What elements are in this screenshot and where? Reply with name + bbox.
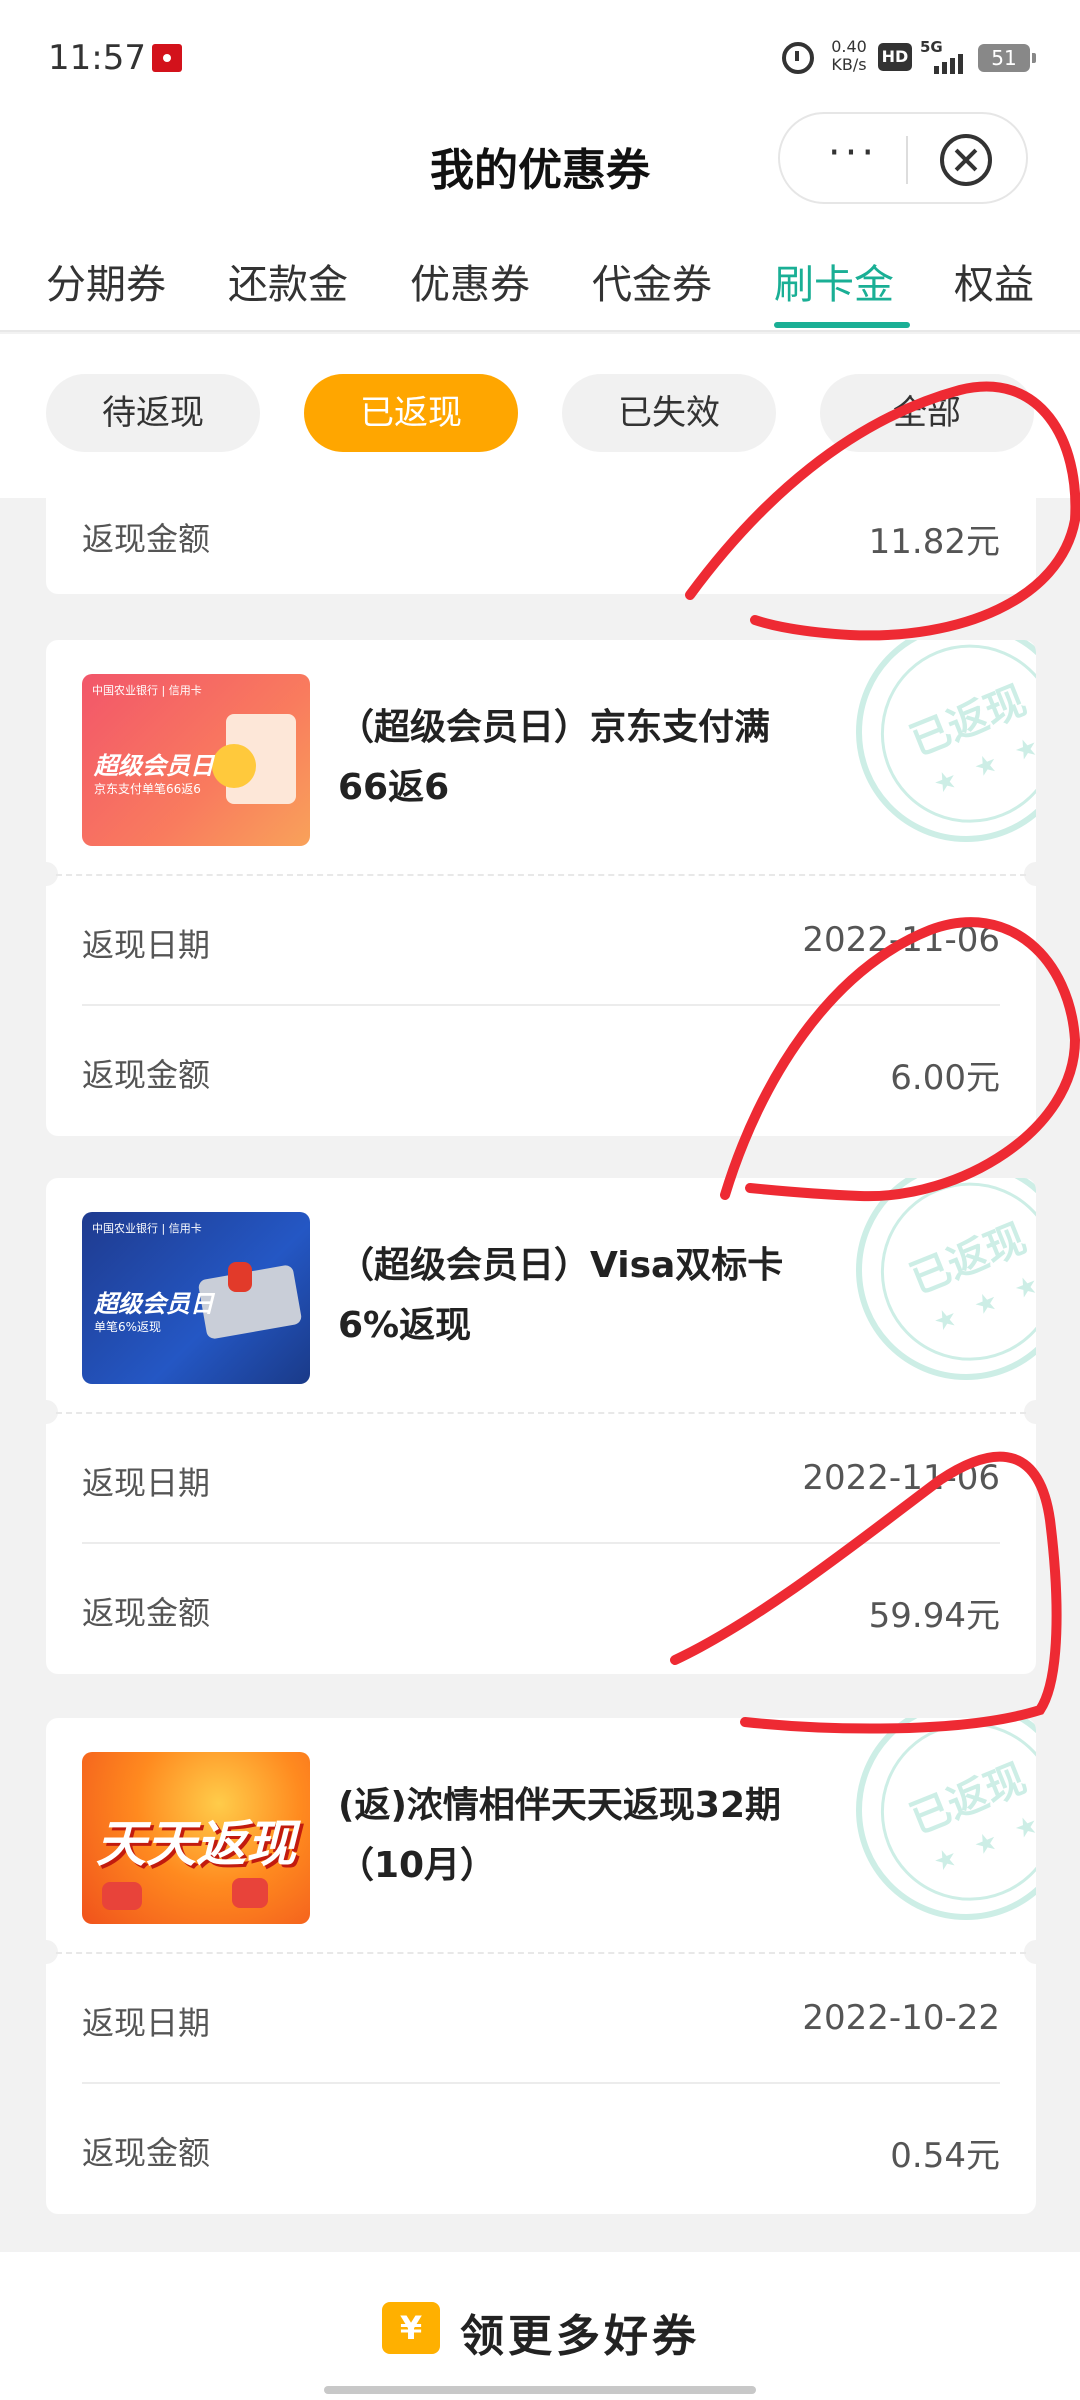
coupon-name: （超级会员日）Visa双标卡6%返现: [338, 1245, 784, 1346]
capsule-divider: [906, 136, 908, 184]
filter-returned[interactable]: 已返现: [304, 374, 518, 452]
thumb-bank: 中国农业银行 | 信用卡: [92, 1222, 202, 1235]
date-label: 返现日期: [82, 2004, 211, 2042]
network-type: 5G: [920, 38, 943, 56]
more-icon[interactable]: ···: [808, 133, 898, 178]
battery-icon: 51: [978, 44, 1036, 72]
amount-value: 6.00元: [890, 1058, 1000, 1098]
tab-benefits[interactable]: 权益: [954, 252, 1034, 310]
filter-expired[interactable]: 已失效: [562, 374, 776, 452]
coupon-thumbnail: 中国农业银行 | 信用卡 超级会员日 京东支付单笔66返6: [82, 674, 310, 846]
tab-voucher[interactable]: 代金券: [592, 252, 712, 310]
amount-value: 0.54元: [890, 2136, 1000, 2176]
date-value: 2022-11-06: [802, 920, 1000, 960]
alarm-icon: [782, 42, 814, 74]
coupon-card-partial[interactable]: 返现金额 11.82元: [46, 498, 1036, 594]
thumb-headline: 超级会员日: [94, 1290, 214, 1318]
filter-pending[interactable]: 待返现: [46, 374, 260, 452]
close-icon[interactable]: [940, 134, 992, 186]
date-label: 返现日期: [82, 926, 211, 964]
returned-stamp-icon: 已返现 ★ ★ ★: [822, 1178, 1036, 1414]
tab-discount[interactable]: 优惠券: [410, 252, 530, 310]
amount-label: 返现金额: [82, 1056, 211, 1094]
amount-row: 返现金额 0.54元: [82, 2088, 1000, 2214]
mini-program-capsule: ···: [778, 112, 1028, 204]
coupon-thumbnail: 中国农业银行 | 信用卡 超级会员日 单笔6%返现: [82, 1212, 310, 1384]
coupon-card[interactable]: 已返现 ★ ★ ★ 中国农业银行 | 信用卡 超级会员日 京东支付单笔66返6 （…: [46, 640, 1036, 1136]
category-tabs: 分期券 还款金 优惠券 代金券 刷卡金 权益: [0, 230, 1080, 332]
signal-icon: 5G: [920, 38, 970, 74]
amount-value: 59.94元: [868, 1596, 1000, 1636]
coupon-yen-icon: ¥: [382, 2302, 440, 2354]
coupon-thumbnail: 天天返现: [82, 1752, 310, 1924]
amount-label: 返现金额: [82, 2134, 211, 2172]
get-more-coupons-bar[interactable]: ¥ 领更多好券: [0, 2252, 1080, 2400]
get-more-coupons-label: 领更多好券: [460, 2311, 700, 2362]
hd-icon: HD: [878, 43, 912, 71]
returned-stamp-icon: 已返现 ★ ★ ★: [822, 640, 1036, 876]
amount-label: 返现金额: [82, 520, 211, 558]
date-row: 返现日期 2022-10-22: [82, 1958, 1000, 2084]
date-row: 返现日期 2022-11-06: [82, 880, 1000, 1006]
filter-all[interactable]: 全部: [820, 374, 1034, 452]
notification-flag-icon: [152, 44, 182, 72]
active-tab-indicator: [774, 322, 910, 328]
amount-row: 返现金额 6.00元: [82, 1010, 1000, 1136]
amount-value: 11.82元: [868, 522, 1000, 562]
thumb-headline: 超级会员日: [94, 752, 214, 780]
net-speed-value: 0.40: [831, 37, 867, 56]
perforation-divider: [56, 1952, 1026, 1954]
status-bar: 11:57 0.40 KB/s HD 5G 51: [0, 0, 1080, 110]
date-label: 返现日期: [82, 1464, 211, 1502]
date-value: 2022-11-06: [802, 1458, 1000, 1498]
thumb-headline: 天天返现: [96, 1815, 296, 1873]
thumb-bank: 中国农业银行 | 信用卡: [92, 684, 202, 697]
coupon-card[interactable]: 已返现 ★ ★ ★ 天天返现 (返)浓情相伴天天返现32期（10月） 返现日期 2…: [46, 1718, 1036, 2214]
status-time: 11:57: [48, 38, 146, 78]
amount-label: 返现金额: [82, 1594, 211, 1632]
tab-installment[interactable]: 分期券: [46, 252, 166, 310]
thumb-sub: 单笔6%返现: [94, 1320, 162, 1334]
thumb-sub: 京东支付单笔66返6: [94, 782, 201, 796]
date-row: 返现日期 2022-11-06: [82, 1418, 1000, 1544]
returned-stamp-icon: 已返现 ★ ★ ★: [822, 1718, 1036, 1954]
tab-repayment[interactable]: 还款金: [228, 252, 348, 310]
perforation-divider: [56, 1412, 1026, 1414]
net-speed-unit: KB/s: [831, 55, 867, 74]
date-value: 2022-10-22: [802, 1998, 1000, 2038]
coupon-name: (返)浓情相伴天天返现32期（10月）: [338, 1785, 782, 1886]
tab-card-cashback[interactable]: 刷卡金: [774, 252, 894, 310]
status-filters: 待返现 已返现 已失效 全部: [0, 334, 1080, 498]
home-indicator[interactable]: [324, 2386, 756, 2394]
coupon-card[interactable]: 已返现 ★ ★ ★ 中国农业银行 | 信用卡 超级会员日 单笔6%返现 （超级会员…: [46, 1178, 1036, 1674]
net-speed: 0.40 KB/s: [826, 38, 872, 74]
nav-header: 我的优惠券 ···: [0, 110, 1080, 230]
perforation-divider: [56, 874, 1026, 876]
amount-row: 返现金额 11.82元: [82, 498, 1000, 594]
coupon-name: （超级会员日）京东支付满66返6: [338, 707, 771, 808]
amount-row: 返现金额 59.94元: [82, 1548, 1000, 1674]
